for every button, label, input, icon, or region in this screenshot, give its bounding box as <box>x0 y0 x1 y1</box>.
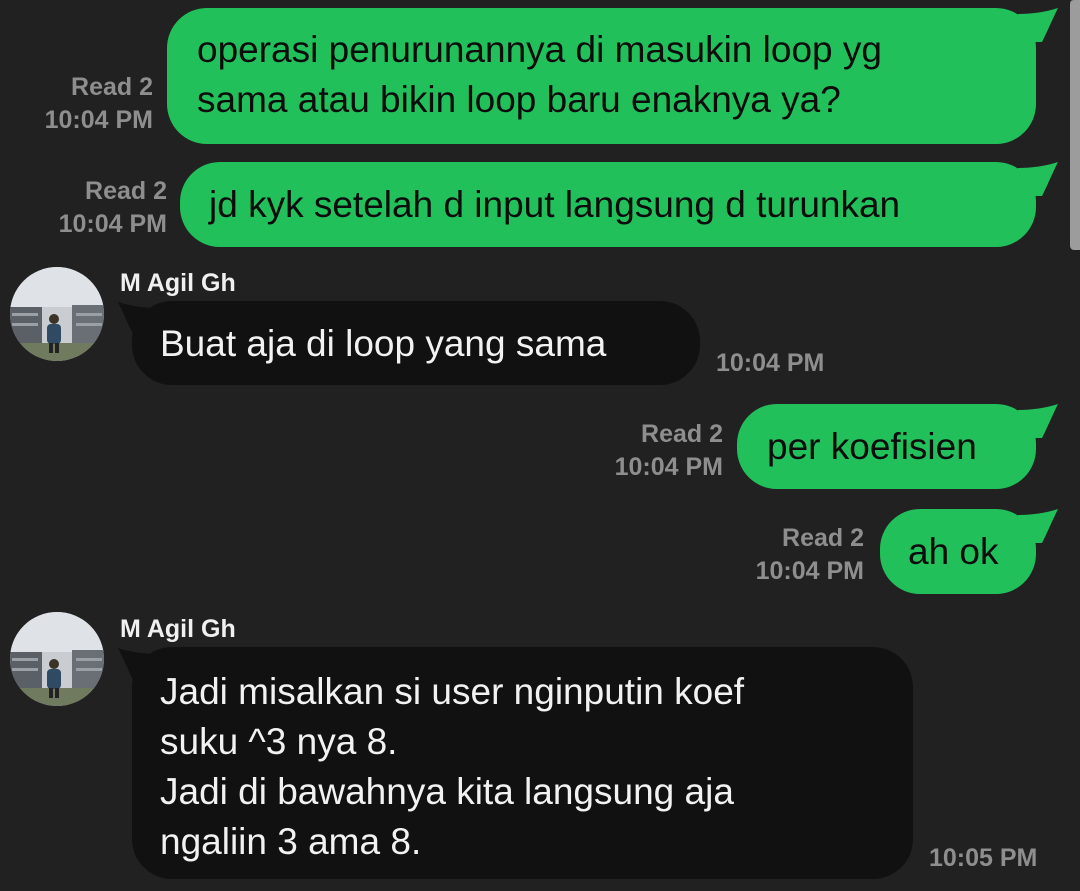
message-meta: Read 2 10:04 PM <box>45 71 153 137</box>
read-receipt: Read 2 <box>71 73 153 101</box>
message-time: 10:04 PM <box>58 210 167 238</box>
message-meta: Read 2 10:04 PM <box>59 175 167 241</box>
message-bubble-outgoing[interactable]: operasi penurunannya di masukin loop yg … <box>167 8 1036 144</box>
bubble-tail-icon <box>1018 509 1058 543</box>
message-bubble-incoming[interactable]: Buat aja di loop yang sama <box>132 301 700 385</box>
read-receipt: Read 2 <box>85 177 167 205</box>
message-line: Jadi misalkan si user nginputin koef <box>160 671 745 712</box>
chat-view[interactable]: Read 2 10:04 PM operasi penurunannya di … <box>0 0 1080 891</box>
message-line: Buat aja di loop yang sama <box>160 323 607 364</box>
message-meta: Read 2 10:04 PM <box>756 522 864 588</box>
message-line: operasi penurunannya di masukin loop yg <box>197 29 882 70</box>
message-bubble-incoming[interactable]: Jadi misalkan si user nginputin koef suk… <box>132 647 913 879</box>
message-time: 10:04 PM <box>755 557 864 585</box>
scrollbar-thumb[interactable] <box>1070 0 1080 250</box>
message-line: jd kyk setelah d input langsung d turunk… <box>209 184 901 225</box>
message-line: Jadi di bawahnya kita langsung aja <box>160 771 734 812</box>
sender-avatar[interactable] <box>10 267 104 361</box>
message-line: ngaliin 3 ama 8. <box>160 821 422 862</box>
sender-name[interactable]: M Agil Gh <box>120 614 236 644</box>
bubble-tail-icon <box>1018 404 1058 438</box>
message-time: 10:04 PM <box>614 453 723 481</box>
user-avatar-icon <box>10 612 104 706</box>
read-receipt: Read 2 <box>641 420 723 448</box>
message-line: suku ^3 nya 8. <box>160 721 398 762</box>
sender-avatar[interactable] <box>10 612 104 706</box>
message-line: per koefisien <box>767 426 977 467</box>
message-bubble-outgoing[interactable]: ah ok <box>880 509 1036 594</box>
read-receipt: Read 2 <box>782 524 864 552</box>
message-line: ah ok <box>908 531 999 572</box>
message-time: 10:04 PM <box>716 349 825 377</box>
message-line: sama atau bikin loop baru enaknya ya? <box>197 79 841 120</box>
message-time: 10:05 PM <box>929 844 1038 872</box>
message-bubble-outgoing[interactable]: per koefisien <box>737 404 1036 489</box>
message-time: 10:04 PM <box>44 106 153 134</box>
bubble-tail-icon <box>1018 162 1058 196</box>
bubble-tail-icon <box>1018 8 1058 42</box>
message-meta: Read 2 10:04 PM <box>615 418 723 484</box>
sender-name[interactable]: M Agil Gh <box>120 268 236 298</box>
user-avatar-icon <box>10 267 104 361</box>
message-bubble-outgoing[interactable]: jd kyk setelah d input langsung d turunk… <box>180 162 1036 247</box>
